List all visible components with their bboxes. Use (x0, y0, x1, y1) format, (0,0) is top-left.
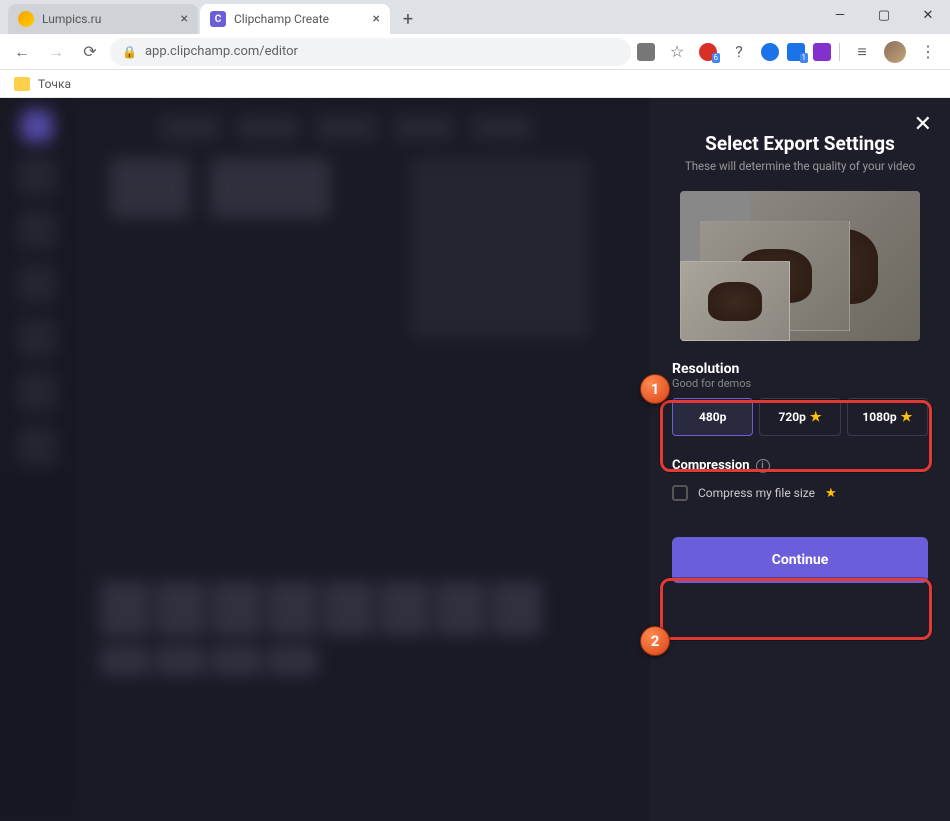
forward-button[interactable]: → (42, 42, 70, 62)
window-controls: — ▢ ✕ (818, 0, 950, 30)
url-input[interactable]: 🔒 app.clipchamp.com/editor (110, 38, 631, 66)
close-window-button[interactable]: ✕ (906, 0, 950, 30)
tab-title: Clipchamp Create (234, 12, 329, 26)
resolution-label: Resolution (672, 361, 928, 377)
checkbox-icon[interactable] (672, 485, 688, 501)
extensions: ☆ 6 ? 1 ≡ ⋮ (637, 41, 942, 63)
new-tab-button[interactable]: + (396, 7, 420, 31)
resolution-480p[interactable]: 480p (672, 398, 753, 436)
compress-label: Compress my file size (698, 486, 815, 500)
translate-icon[interactable] (637, 43, 655, 61)
help-icon[interactable]: ? (725, 42, 753, 61)
ext-icon[interactable] (813, 43, 831, 61)
close-icon[interactable]: ✕ (914, 112, 932, 137)
favicon-lumpics (18, 11, 34, 27)
app-content: ✕ Select Export Settings These will dete… (0, 98, 950, 821)
menu-icon[interactable]: ⋮ (914, 42, 942, 61)
resolution-options: 480p 720p★ 1080p★ (672, 398, 928, 436)
compress-checkbox-row[interactable]: Compress my file size ★ (672, 485, 928, 501)
url-text: app.clipchamp.com/editor (145, 44, 298, 59)
resolution-720p[interactable]: 720p★ (759, 398, 840, 436)
star-icon[interactable]: ☆ (663, 42, 691, 61)
bookmark-bar: Точка (0, 70, 950, 98)
annotation-marker-1: 1 (640, 374, 670, 404)
tab-clipchamp[interactable]: C Clipchamp Create × (200, 4, 390, 34)
info-icon[interactable]: i (756, 459, 770, 473)
ext-icon[interactable]: 1 (787, 43, 805, 61)
resolution-hint: Good for demos (672, 377, 928, 390)
star-icon: ★ (901, 410, 913, 425)
preview-thumbnails (680, 191, 920, 341)
export-panel: ✕ Select Export Settings These will dete… (650, 98, 950, 821)
maximize-button[interactable]: ▢ (862, 0, 906, 30)
close-icon[interactable]: × (181, 11, 188, 27)
continue-button[interactable]: Continue (672, 537, 928, 583)
browser-tab-bar: Lumpics.ru × C Clipchamp Create × + — ▢ … (0, 0, 950, 34)
playlist-icon[interactable]: ≡ (848, 42, 876, 62)
back-button[interactable]: ← (8, 42, 36, 62)
bookmark-item[interactable]: Точка (38, 77, 71, 91)
minimize-button[interactable]: — (818, 0, 862, 30)
annotation-marker-2: 2 (640, 626, 670, 656)
star-icon: ★ (810, 410, 822, 425)
avatar[interactable] (884, 41, 906, 63)
resolution-1080p[interactable]: 1080p★ (847, 398, 928, 436)
lock-icon: 🔒 (122, 45, 137, 59)
panel-title: Select Export Settings (672, 132, 928, 155)
star-icon: ★ (825, 486, 837, 501)
favicon-clipchamp: C (210, 11, 226, 27)
close-icon[interactable]: × (373, 11, 380, 27)
reload-button[interactable]: ⟳ (76, 42, 104, 61)
compression-label: Compression (672, 458, 750, 473)
tab-title: Lumpics.ru (42, 12, 101, 26)
panel-subtitle: These will determine the quality of your… (672, 159, 928, 173)
address-bar: ← → ⟳ 🔒 app.clipchamp.com/editor ☆ 6 ? 1… (0, 34, 950, 70)
ext-icon[interactable] (761, 43, 779, 61)
folder-icon (14, 77, 30, 91)
tab-lumpics[interactable]: Lumpics.ru × (8, 4, 198, 34)
ext-icon[interactable]: 6 (699, 43, 717, 61)
compression-section: Compression i Compress my file size ★ (672, 458, 928, 501)
